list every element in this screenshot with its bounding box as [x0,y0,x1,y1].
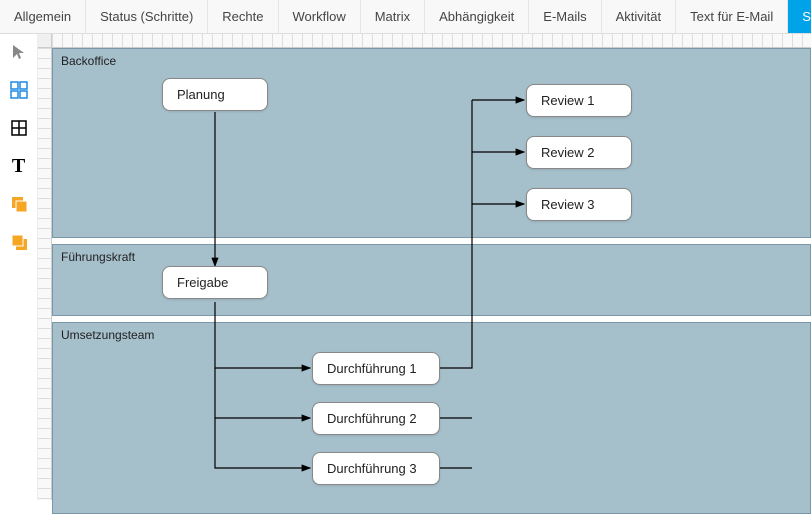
grid1-icon [10,119,28,137]
tab-rechte[interactable]: Rechte [208,0,278,33]
text-tool[interactable]: T [7,154,31,178]
diagram-canvas[interactable]: Backoffice Führungskraft Umsetzungsteam [52,48,811,500]
node-label: Durchführung 3 [327,461,417,476]
node-label: Durchführung 1 [327,361,417,376]
tab-status-schritte[interactable]: Status (Schritte) [86,0,208,33]
tab-text-fuer-email[interactable]: Text für E-Mail [676,0,788,33]
send-back-tool[interactable] [7,230,31,254]
tab-bar: Allgemein Status (Schritte) Rechte Workf… [0,0,811,34]
pointer-tool[interactable] [7,40,31,64]
node-review-2[interactable]: Review 2 [526,136,632,169]
lane-label-umsetzungsteam: Umsetzungsteam [61,328,154,342]
tab-emails[interactable]: E-Mails [529,0,601,33]
node-label: Review 3 [541,197,594,212]
lane-label-fuehrungskraft: Führungskraft [61,250,135,264]
tool-palette: T [0,34,38,500]
node-label: Review 1 [541,93,594,108]
node-review-1[interactable]: Review 1 [526,84,632,117]
node-durchfuehrung-2[interactable]: Durchführung 2 [312,402,440,435]
grid4-icon [10,81,28,99]
lane-label-backoffice: Backoffice [61,54,116,68]
bring-front-tool[interactable] [7,192,31,216]
node-label: Planung [177,87,225,102]
node-freigabe[interactable]: Freigabe [162,266,268,299]
node-review-3[interactable]: Review 3 [526,188,632,221]
ruler-vertical[interactable] [38,48,52,500]
lane-backoffice[interactable]: Backoffice [52,48,811,238]
node-planung[interactable]: Planung [162,78,268,111]
node-durchfuehrung-1[interactable]: Durchführung 1 [312,352,440,385]
tab-status-workflow[interactable]: Status Workflow [788,0,811,33]
grid4-tool[interactable] [7,78,31,102]
tab-allgemein[interactable]: Allgemein [0,0,86,33]
ruler-horizontal[interactable] [52,34,811,48]
pointer-icon [10,43,28,61]
shape-back-icon [10,233,28,251]
node-durchfuehrung-3[interactable]: Durchführung 3 [312,452,440,485]
tab-matrix[interactable]: Matrix [361,0,425,33]
tab-aktivitaet[interactable]: Aktivität [602,0,677,33]
text-icon: T [12,155,25,178]
node-label: Review 2 [541,145,594,160]
workspace: T Backoffice Führungskraft [0,34,811,500]
tab-abhaengigkeit[interactable]: Abhängigkeit [425,0,529,33]
ruler-corner [38,34,52,48]
grid1-tool[interactable] [7,116,31,140]
shape-front-icon [10,195,28,213]
canvas-area: Backoffice Führungskraft Umsetzungsteam [38,34,811,500]
node-label: Durchführung 2 [327,411,417,426]
tab-workflow[interactable]: Workflow [279,0,361,33]
node-label: Freigabe [177,275,228,290]
